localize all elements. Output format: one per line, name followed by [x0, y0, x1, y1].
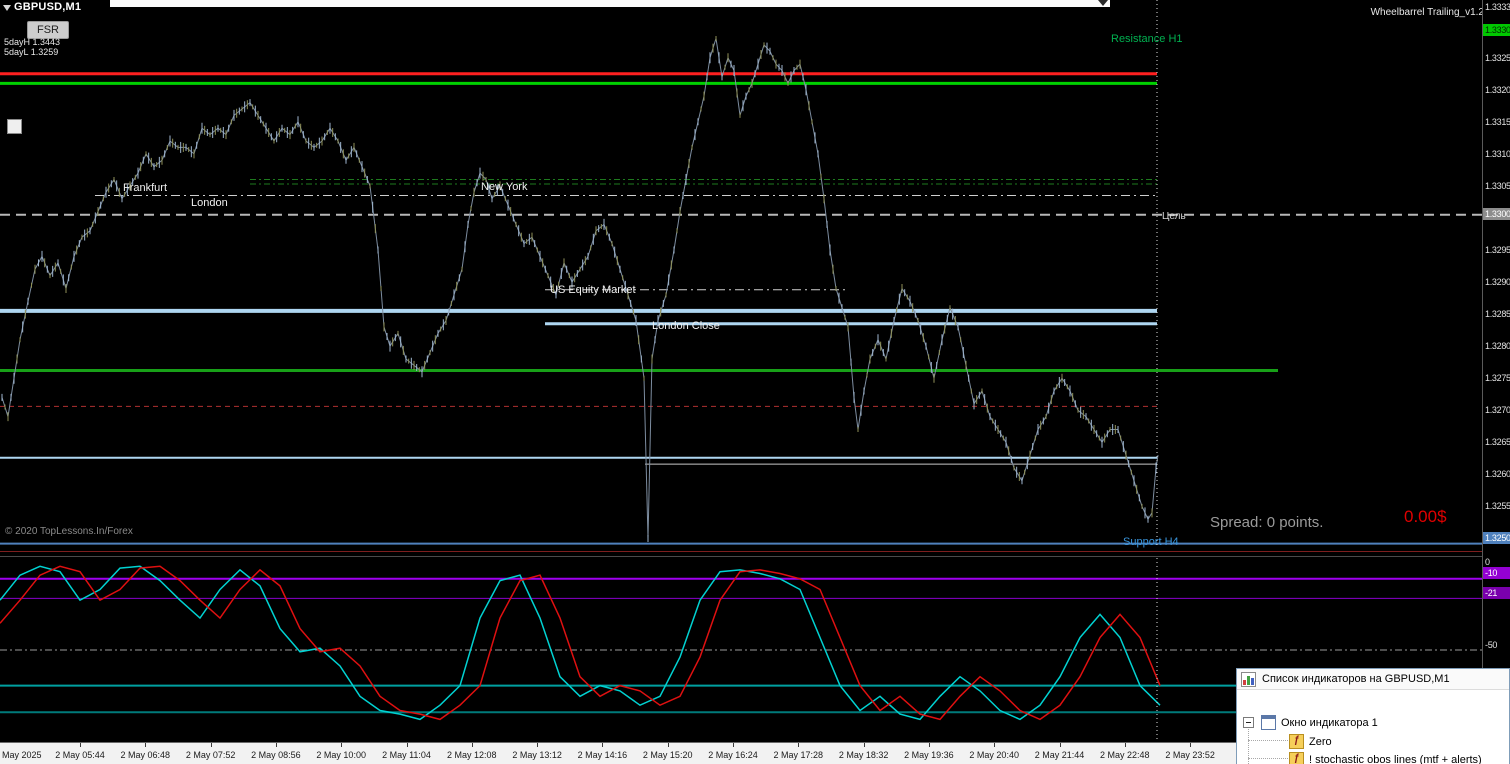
time-axis-tick [928, 743, 930, 747]
price-axis-label: 1.3310 [1485, 149, 1510, 159]
time-axis-label: 2 May 14:16 [577, 750, 628, 760]
price-axis-label: 1.3270 [1485, 405, 1510, 415]
indicator-tree-label: ! stochastic obos lines (mtf + alerts) [1309, 753, 1482, 764]
price-axis-badge: 1.3330 [1483, 24, 1510, 36]
ea-title-label: Wheelbarrel Trailing_v1.2 [1370, 7, 1484, 18]
indicator-tree-item[interactable]: Окно индикатора 1 [1237, 714, 1509, 731]
indicator-list-popup: Список индикаторов на GBPUSD,M1 Окно инд… [1236, 668, 1510, 764]
time-axis-label: 2 May 23:52 [1165, 750, 1215, 760]
time-axis-label: 2 May 12:08 [447, 750, 497, 760]
custom-indicator-icon: ƒ [1289, 752, 1304, 764]
time-axis-label: 2 May 07:52 [185, 750, 236, 760]
price-axis-label: 1.3290 [1485, 277, 1510, 287]
session-label-london: London [191, 197, 228, 209]
price-axis-badge: 1.3300 [1483, 208, 1510, 220]
tree-collapse-icon[interactable] [1243, 717, 1254, 728]
time-axis-tick [145, 743, 147, 747]
price-axis-label: 1.3320 [1485, 85, 1510, 95]
price-axis-label: 1.3280 [1485, 341, 1510, 351]
time-axis-tick [994, 743, 996, 747]
chart-object-rectangle[interactable] [7, 119, 22, 134]
symbol-dropdown-icon [3, 5, 11, 11]
time-axis-label: 2 May 05:44 [55, 750, 105, 760]
indicator-tree-label: Окно индикатора 1 [1281, 716, 1378, 729]
indicator-axis-badge: -10 [1483, 567, 1510, 579]
top-strip [110, 0, 1110, 7]
time-axis-tick [667, 743, 669, 747]
time-axis-tick [341, 743, 343, 747]
time-axis-tick [1190, 743, 1192, 747]
copyright-label: © 2020 TopLessons.In/Forex [5, 526, 133, 537]
time-axis-label: 2 May 08:56 [251, 750, 301, 760]
profit-label: 0.00$ [1404, 507, 1447, 526]
chart-shift-marker-icon [1098, 0, 1108, 6]
price-axis-label: 1.3295 [1485, 245, 1510, 255]
indicator-axis-label: -50 [1485, 640, 1498, 650]
time-axis-label: 2 May 11:04 [382, 750, 431, 760]
price-axis-label: 1.3275 [1485, 373, 1510, 383]
main-chart-canvas[interactable] [0, 0, 1482, 545]
time-axis-label: 2 May 21:44 [1034, 750, 1085, 760]
indicator-tree-label: Zero [1309, 735, 1332, 748]
time-axis-tick [406, 743, 408, 747]
price-axis-label: 1.3315 [1485, 117, 1510, 127]
time-axis-label: 2 May 17:28 [773, 750, 824, 760]
time-axis-tick [733, 743, 734, 747]
price-axis-label: 1.3265 [1485, 437, 1510, 447]
indicator-window-icon [1261, 715, 1276, 730]
time-axis-tick [471, 743, 473, 747]
stochastic-main-line [0, 565, 1161, 721]
price-axis-label: 1.3255 [1485, 501, 1510, 511]
time-axis-label: 2 May 22:48 [1100, 750, 1150, 760]
time-axis-label: 2 May 20:40 [969, 750, 1019, 760]
time-axis-tick [1059, 743, 1061, 747]
time-axis-tick [275, 743, 277, 747]
time-axis-label: 2 May 15:20 [642, 750, 693, 760]
time-axis-label: 2 May 19:36 [904, 750, 954, 760]
time-axis-label: 2 May 16:24 [708, 750, 758, 760]
price-axis-label: 1.3333 [1485, 2, 1510, 12]
price-axis-badge: 1.3250 [1483, 532, 1510, 544]
time-axis-tick [602, 743, 604, 747]
indicator-tree-item[interactable]: ƒ ! stochastic obos lines (mtf + alerts) [1237, 751, 1509, 764]
resistance-label: Resistance H1 [1111, 33, 1183, 45]
time-axis-tick [80, 743, 81, 747]
fiveday-low-label: 5dayL 1.3259 [4, 47, 59, 57]
session-label-frankfurt: Frankfurt [123, 182, 168, 194]
price-axis-label: 1.3260 [1485, 469, 1510, 479]
time-axis-tick [863, 743, 865, 747]
time-axis-label: 2 May 06:48 [120, 750, 171, 760]
session-label-us-equity: US Equity Market [550, 284, 636, 296]
popup-title-bar[interactable]: Список индикаторов на GBPUSD,M1 [1237, 669, 1509, 690]
popup-tree: Окно индикатора 1 ƒ Zero ƒ ! stochastic obos… [1237, 690, 1509, 764]
time-axis-label: 2 May 10:00 [316, 750, 366, 760]
session-label-london-close: London Close [652, 320, 720, 332]
indicator-list-icon [1241, 671, 1256, 687]
mt4-chart-window: GBPUSD,M1 FSR 5dayH 1.3443 5dayL 1.3259 … [0, 0, 1510, 764]
session-label-new-york: New York [481, 181, 528, 193]
time-axis-tick [1124, 743, 1126, 747]
price-axis-label: 1.3285 [1485, 309, 1510, 319]
price-axis-label: 1.3325 [1485, 53, 1510, 63]
time-axis-tick [210, 743, 212, 747]
panel-separator[interactable] [0, 556, 1482, 557]
time-axis-date-label: May 2025 [2, 750, 42, 760]
time-axis-label: 2 May 13:12 [512, 750, 562, 760]
symbol-label: GBPUSD,M1 [14, 1, 82, 13]
price-axis[interactable]: 1.3333 1.3325 1.3320 1.3315 1.3310 1.3305 1.32… [1482, 0, 1510, 742]
indicator-axis-badge: -21 [1483, 587, 1510, 599]
time-axis-tick [537, 743, 539, 747]
fiveday-high-label: 5dayH 1.3443 [4, 37, 61, 47]
popup-title: Список индикаторов на GBPUSD,M1 [1262, 673, 1450, 685]
time-axis-label: 2 May 18:32 [838, 750, 889, 760]
target-label: Цель [1162, 211, 1186, 222]
indicator-tree-item[interactable]: ƒ Zero [1237, 733, 1509, 750]
time-axis-tick [798, 743, 800, 747]
indicator-axis-label: 0 [1485, 557, 1490, 567]
spread-label: Spread: 0 points. [1210, 514, 1324, 531]
panel-separator-red [0, 551, 1482, 552]
support-label: Support H4 [1123, 536, 1179, 548]
price-axis-label: 1.3305 [1485, 181, 1510, 191]
custom-indicator-icon: ƒ [1289, 734, 1304, 749]
